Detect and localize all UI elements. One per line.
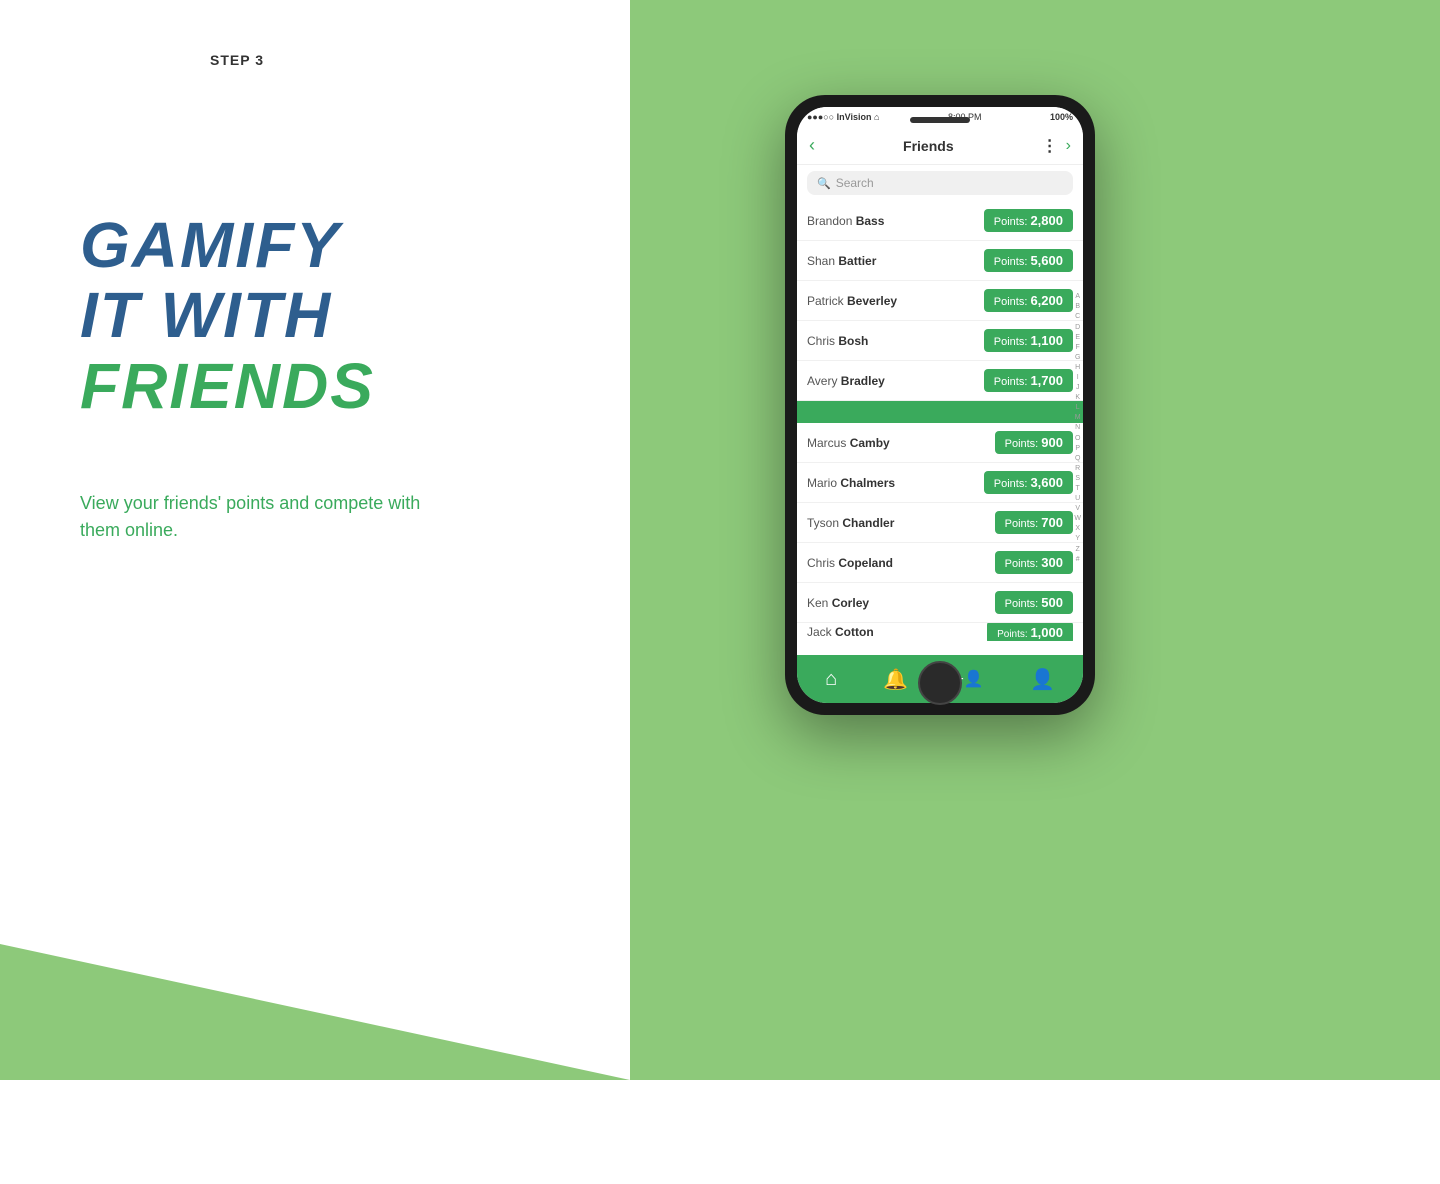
list-item[interactable]: Mario Chalmers Points: 3,600 xyxy=(797,463,1083,503)
list-item[interactable]: Ken Corley Points: 500 xyxy=(797,583,1083,623)
subtext: View your friends' points and compete wi… xyxy=(80,490,430,544)
friend-name: Patrick Beverley xyxy=(807,294,897,308)
list-item[interactable]: Jack Cotton Points: 1,000 xyxy=(797,623,1083,641)
alpha-g[interactable]: G xyxy=(1075,353,1080,362)
profile-tab-icon[interactable]: 👤 xyxy=(1030,667,1055,692)
phone-screen: ●●●○○ InVision ⌂ 8:00 PM 100% ‹ Friends … xyxy=(797,107,1083,703)
back-button[interactable]: ‹ xyxy=(809,135,815,156)
friend-name: Brandon Bass xyxy=(807,214,884,228)
alpha-h[interactable]: H xyxy=(1075,363,1080,372)
alpha-t[interactable]: T xyxy=(1076,484,1080,493)
alpha-v[interactable]: V xyxy=(1075,504,1080,513)
alpha-f[interactable]: F xyxy=(1076,343,1080,352)
headline-friends: FRIENDS xyxy=(80,351,375,421)
alpha-b[interactable]: B xyxy=(1075,302,1080,311)
alpha-s[interactable]: S xyxy=(1075,474,1080,483)
friend-name: Chris Bosh xyxy=(807,334,868,348)
alpha-i[interactable]: I xyxy=(1077,373,1079,382)
phone-device: ●●●○○ InVision ⌂ 8:00 PM 100% ‹ Friends … xyxy=(785,95,1095,715)
headline-itwith: IT WITH xyxy=(80,280,375,350)
notifications-tab-icon[interactable]: 🔔 xyxy=(883,667,908,692)
alpha-u[interactable]: U xyxy=(1075,494,1080,503)
alpha-o[interactable]: O xyxy=(1075,434,1080,443)
friends-list: Brandon Bass Points: 2,800 Shan Battier … xyxy=(797,201,1083,655)
forward-button[interactable]: › xyxy=(1066,137,1071,155)
alpha-e[interactable]: E xyxy=(1075,333,1080,342)
friend-name: Chris Copeland xyxy=(807,556,893,570)
friend-name: Shan Battier xyxy=(807,254,876,268)
alpha-k[interactable]: K xyxy=(1075,393,1080,402)
alpha-x[interactable]: X xyxy=(1075,524,1080,533)
alpha-n[interactable]: N xyxy=(1075,423,1080,432)
section-divider-c xyxy=(797,401,1083,423)
more-options-button[interactable]: ⋮ xyxy=(1042,136,1058,156)
list-item[interactable]: Avery Bradley Points: 1,700 xyxy=(797,361,1083,401)
friend-name-avery-bradley: Avery Bradley xyxy=(807,374,885,388)
search-input[interactable]: Search xyxy=(836,176,874,190)
alpha-z[interactable]: Z xyxy=(1076,545,1080,554)
points-badge: Points: 300 xyxy=(995,551,1073,574)
alpha-q[interactable]: Q xyxy=(1075,454,1080,463)
status-carrier: ●●●○○ InVision ⌂ xyxy=(807,112,879,122)
list-item[interactable]: Tyson Chandler Points: 700 xyxy=(797,503,1083,543)
friend-name: Jack Cotton xyxy=(807,625,874,639)
points-badge: Points: 2,800 xyxy=(984,209,1073,232)
phone-home-button[interactable] xyxy=(918,661,962,705)
friend-name: Ken Corley xyxy=(807,596,869,610)
list-item[interactable]: Chris Bosh Points: 1,100 xyxy=(797,321,1083,361)
alpha-d[interactable]: D xyxy=(1075,323,1080,332)
nav-title: Friends xyxy=(903,138,954,154)
alpha-a[interactable]: A xyxy=(1075,292,1080,301)
alpha-hash[interactable]: # xyxy=(1076,555,1080,564)
nav-right-buttons: ⋮ › xyxy=(1042,136,1071,156)
section-c-friends: Marcus Camby Points: 900 Mario Chalmers … xyxy=(797,423,1083,641)
points-badge: Points: 6,200 xyxy=(984,289,1073,312)
points-badge: Points: 700 xyxy=(995,511,1073,534)
section-a-friends: Brandon Bass Points: 2,800 Shan Battier … xyxy=(797,201,1083,401)
nav-bar: ‹ Friends ⋮ › xyxy=(797,127,1083,165)
list-item[interactable]: Brandon Bass Points: 2,800 xyxy=(797,201,1083,241)
friend-name: Tyson Chandler xyxy=(807,516,894,530)
alphabet-index[interactable]: A B C D E F G H I J K L M N O P Q xyxy=(1074,201,1081,655)
list-item[interactable]: Shan Battier Points: 5,600 xyxy=(797,241,1083,281)
left-panel: STEP 3 GAMIFY IT WITH FRIENDS View your … xyxy=(0,0,630,1080)
points-badge: Points: 3,600 xyxy=(984,471,1073,494)
points-badge: Points: 5,600 xyxy=(984,249,1073,272)
list-item[interactable]: Chris Copeland Points: 300 xyxy=(797,543,1083,583)
headline-gamify: GAMIFY xyxy=(80,210,375,280)
alpha-y[interactable]: Y xyxy=(1075,534,1080,543)
points-badge: Points: 500 xyxy=(995,591,1073,614)
step-label: STEP 3 xyxy=(210,52,264,68)
list-item[interactable]: Patrick Beverley Points: 6,200 xyxy=(797,281,1083,321)
friend-name: Mario Chalmers xyxy=(807,476,895,490)
list-item[interactable]: Marcus Camby Points: 900 xyxy=(797,423,1083,463)
diagonal-decoration xyxy=(0,740,630,1080)
alpha-r[interactable]: R xyxy=(1075,464,1080,473)
phone-reflection xyxy=(785,1152,1095,1184)
points-badge: Points: 1,000 xyxy=(987,623,1073,641)
headline: GAMIFY IT WITH FRIENDS xyxy=(80,210,375,421)
status-battery: 100% xyxy=(1050,112,1073,122)
alpha-l[interactable]: L xyxy=(1076,403,1080,412)
points-badge: Points: 1,700 xyxy=(984,369,1073,392)
search-bar-container: 🔍 Search xyxy=(797,165,1083,201)
points-badge: Points: 900 xyxy=(995,431,1073,454)
right-panel: ●●●○○ InVision ⌂ 8:00 PM 100% ‹ Friends … xyxy=(630,0,1440,1080)
alpha-c[interactable]: C xyxy=(1075,312,1080,321)
phone-speaker xyxy=(910,117,970,123)
search-input-wrapper[interactable]: 🔍 Search xyxy=(807,171,1073,195)
points-badge: Points: 1,100 xyxy=(984,329,1073,352)
alpha-w[interactable]: W xyxy=(1074,514,1081,523)
alpha-j[interactable]: J xyxy=(1076,383,1080,392)
home-tab-icon[interactable]: ⌂ xyxy=(825,668,837,691)
alpha-m[interactable]: M xyxy=(1075,413,1081,422)
alpha-p[interactable]: P xyxy=(1075,444,1080,453)
friend-name: Marcus Camby xyxy=(807,436,890,450)
search-icon: 🔍 xyxy=(817,177,831,190)
